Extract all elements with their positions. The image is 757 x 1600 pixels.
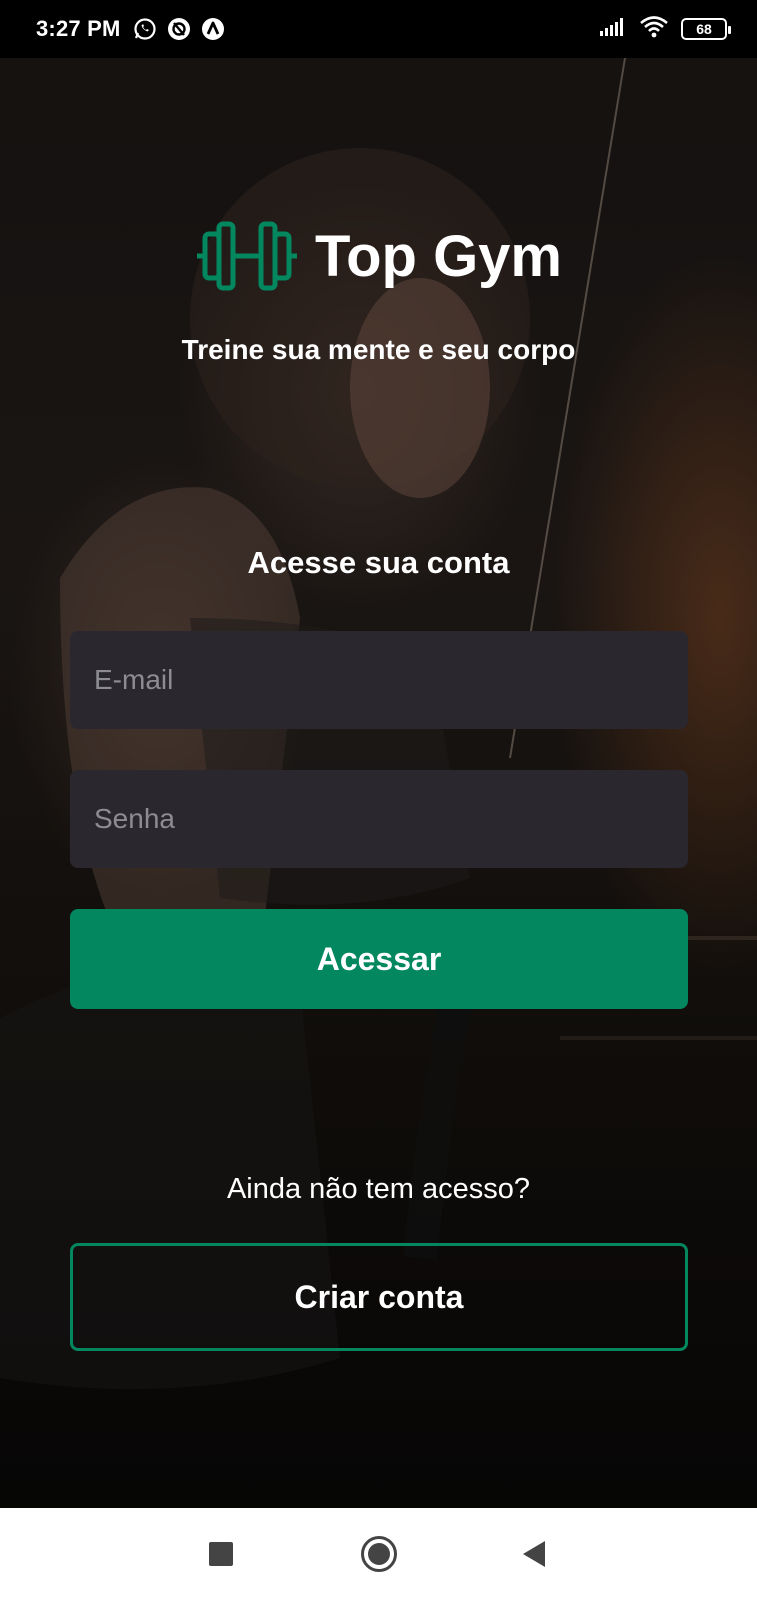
home-icon[interactable] — [361, 1536, 397, 1572]
back-icon[interactable] — [523, 1541, 545, 1567]
battery-icon: 68 — [681, 18, 731, 40]
brand-name: Top Gym — [314, 223, 563, 289]
dumbbell-icon — [196, 221, 297, 291]
email-input[interactable] — [70, 631, 688, 729]
signal-icon — [599, 17, 627, 42]
brand-logo: Top Gym — [0, 220, 757, 292]
login-title: Acesse sua conta — [247, 545, 510, 580]
notification-icons — [133, 17, 225, 41]
navigation-bar — [0, 1508, 757, 1600]
status-bar: 3:27 PM 68 — [0, 0, 757, 58]
status-time: 3:27 PM — [36, 16, 121, 41]
whatsapp-icon — [133, 17, 157, 41]
create-account-button[interactable]: Criar conta — [70, 1243, 688, 1351]
system-icons: 68 — [599, 15, 731, 44]
password-input[interactable] — [70, 770, 688, 868]
recent-apps-icon[interactable] — [209, 1542, 233, 1566]
tagline: Treine sua mente e seu corpo — [181, 334, 576, 365]
wifi-icon — [639, 15, 669, 44]
signup-prompt: Ainda não tem acesso? — [226, 1173, 531, 1205]
sync-icon — [167, 17, 191, 41]
login-button[interactable]: Acessar — [70, 909, 688, 1009]
app-icon — [201, 17, 225, 41]
